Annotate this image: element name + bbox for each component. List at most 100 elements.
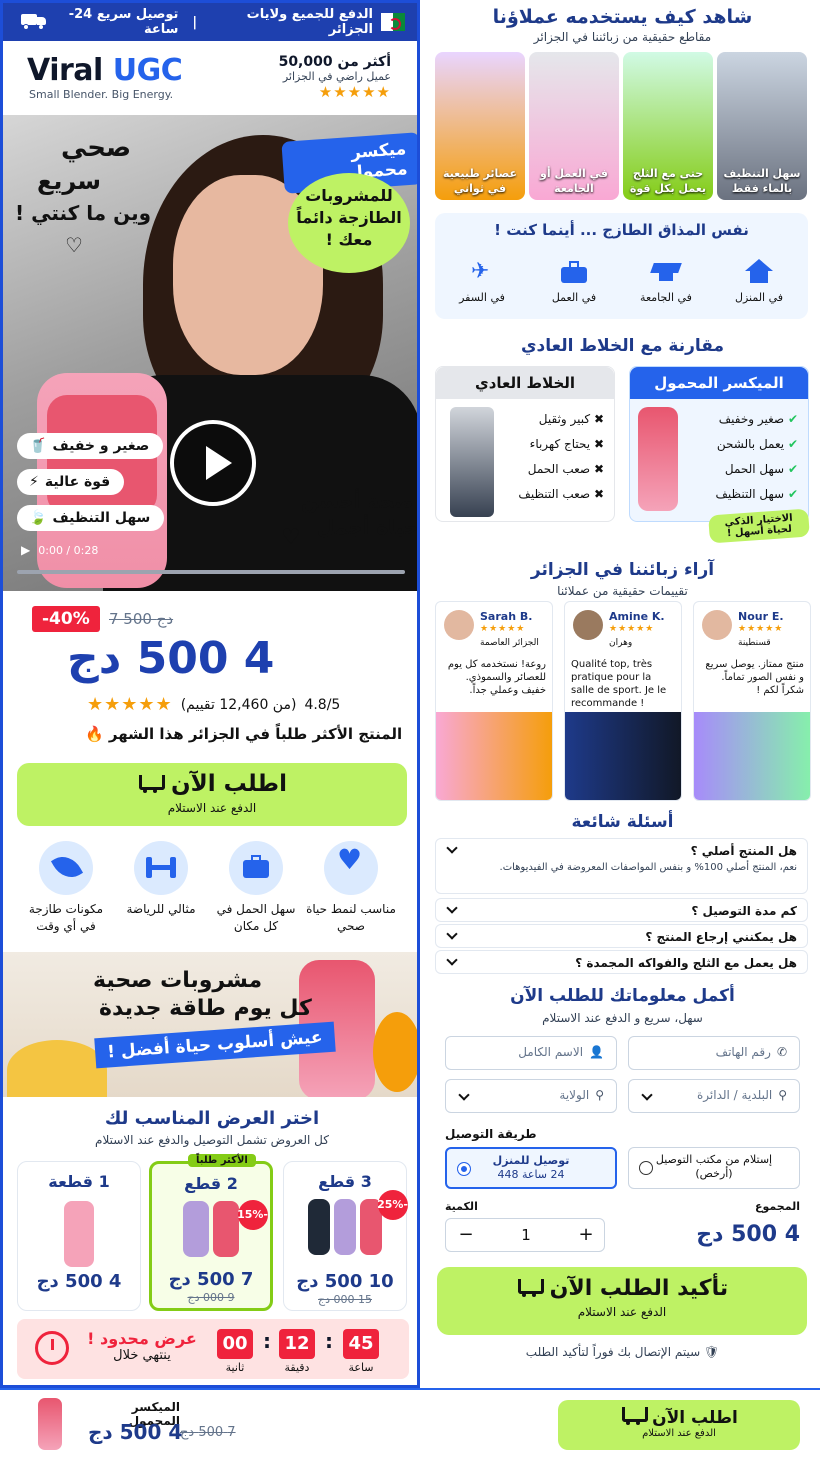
- faq-item-ice[interactable]: هل يعمل مع الثلج والفواكه المجمدة ؟: [435, 950, 808, 974]
- offer-3-pieces[interactable]: 3 قطع -25% 10 500 دج 15 000 دج: [283, 1161, 408, 1311]
- faq-item-return[interactable]: هل يمكنني إرجاع المنتج ؟: [435, 924, 808, 948]
- compare-title: مقارنة مع الخلاط العادي: [520, 336, 725, 356]
- faq-item-original[interactable]: هل المنتج أصلي ؟ نعم، المنتج أصلي 100% و…: [435, 838, 808, 894]
- cart-icon: [137, 773, 166, 793]
- check-icon: ✔: [787, 462, 798, 476]
- confirm-order-button[interactable]: تأكيد الطلب الآن الدفع عند الاستلام: [437, 1267, 807, 1335]
- reviewer-name: Amine K.: [609, 610, 665, 623]
- place-label: في المنزل: [734, 291, 784, 304]
- review-stars: ★★★★★: [480, 624, 526, 634]
- faq-question: هل المنتج أصلي ؟: [690, 844, 797, 858]
- stopwatch-icon: [35, 1331, 69, 1365]
- old-price: 7 500 دج: [109, 610, 174, 628]
- delivery-office-option[interactable]: إستلام من مكتب التوصيل (أرخص): [628, 1147, 800, 1189]
- hero-video[interactable]: صحي سريع وين ما كنتي ! ♡ ميكسر محمول للم…: [3, 115, 417, 591]
- fire-icon: 🔥: [85, 725, 104, 743]
- reviewer-name: Sarah B.: [480, 610, 533, 623]
- video-play-icon[interactable]: ▶: [21, 543, 30, 557]
- compare-blender-image: [638, 407, 678, 511]
- phone-field[interactable]: ✆ رقم الهاتف: [628, 1036, 800, 1070]
- cross-icon: ✖: [593, 437, 604, 451]
- offer-price: 10 500 دج: [296, 1271, 394, 1292]
- heart-outline-icon-2: ♡: [281, 525, 301, 550]
- brand-logo[interactable]: Viral UGC: [27, 53, 183, 88]
- play-button[interactable]: [170, 420, 256, 506]
- cross-icon: ✖: [593, 487, 604, 501]
- banner-line-2: كل يوم طاقة جديدة: [99, 996, 312, 1021]
- order-now-button[interactable]: اطلب الآن الدفع عند الاستلام: [17, 763, 407, 826]
- compare-theirs: الخلاط العادي ✖ كبير وثقيل ✖ يحتاج كهربا…: [435, 366, 615, 522]
- pink-blender-mini: [213, 1201, 239, 1257]
- qty-minus-button[interactable]: −: [446, 1219, 486, 1251]
- place-work: في العمل: [534, 259, 614, 304]
- timer-seconds: 00: [217, 1329, 253, 1359]
- pill-power-label: قوة عالية: [44, 474, 111, 490]
- promo-delivery: توصيل سريع 24-ساعة: [68, 7, 179, 37]
- places-section: نفس المذاق الطازج ... أينما كنت ! في الم…: [435, 213, 808, 319]
- order-now-label: اطلب الآن: [171, 771, 287, 797]
- offer-qty: 1 قطعة: [48, 1172, 110, 1191]
- ugc-title: شاهد كيف يستخدمه عملاؤنا: [492, 6, 753, 28]
- delivery-label: طريقة التوصيل: [445, 1127, 537, 1141]
- review-text: منتج ممتاز. يوصل سريع و نفس الصور تماماً…: [705, 659, 804, 696]
- delivery-home-option[interactable]: توصيل للمنزل 24 ساعة 448: [445, 1147, 617, 1189]
- heart-icon: ♥: [324, 841, 378, 895]
- discount-15: -15%: [237, 1200, 268, 1230]
- feature-healthy: ♥ مناسب لنمط حياة صحي: [306, 841, 396, 935]
- offer-price: 7 500 دج: [168, 1269, 254, 1290]
- review-photo: [694, 712, 810, 800]
- smart-choice-sticker: الاختيار الذكي لحياة أسهل !: [708, 508, 810, 544]
- user-icon: 👤: [589, 1045, 604, 1059]
- compare-ours-text: صغير وخفيف: [718, 412, 785, 426]
- commune-select[interactable]: ⚲ البلدية / الدائرة: [628, 1079, 800, 1113]
- review-card: Nour E. ★★★★★ قسنطينة منتج ممتاز. يوصل س…: [693, 601, 811, 801]
- ugc-clip-caption: حتى مع الثلج يعمل بكل قوة: [629, 167, 707, 195]
- hand-text-better-health: صحة أحسن: [301, 489, 414, 513]
- promo-bar: الدفع للجميع ولايات الجزائر | توصيل سريع…: [3, 3, 417, 41]
- qty-value: 1: [521, 1226, 531, 1244]
- order-now-title: اطلب الآن: [17, 763, 407, 797]
- check-icon: ✔: [787, 412, 798, 426]
- pill-clean: سهل التنظيف 🍃: [17, 505, 165, 531]
- feature-portable-label: سهل الحمل في كل مكان: [216, 902, 296, 933]
- leaf-icon: 🍃: [29, 510, 47, 526]
- qty-plus-button[interactable]: +: [566, 1219, 606, 1251]
- reviews-subtitle: تقييمات حقيقية من عملائنا: [557, 584, 688, 598]
- offer-2-pieces[interactable]: الأكثر طلباً 2 قطع -15% 7 500 دج 9 000 د…: [149, 1154, 273, 1311]
- offer-1-piece[interactable]: 1 قطعة 4 500 دج: [17, 1161, 141, 1311]
- name-field[interactable]: 👤 الاسم الكامل: [445, 1036, 617, 1070]
- current-price: 4 500 دج: [67, 633, 275, 684]
- chevron-down-icon: [446, 954, 458, 966]
- timer-seconds-label: ثانية: [225, 1361, 245, 1374]
- phone-placeholder: رقم الهاتف: [715, 1045, 771, 1059]
- ugc-clip-3[interactable]: في العمل أو الجامعة: [529, 52, 619, 200]
- quantity-stepper[interactable]: − 1 +: [445, 1218, 605, 1252]
- bubble-line-3: معك !: [325, 230, 373, 249]
- compare-theirs-text: يحتاج كهرباء: [529, 437, 591, 451]
- social-proof-count: أكثر من 50,000: [278, 54, 391, 70]
- reviewer-city: الجزائر العاصمة: [480, 638, 539, 648]
- landing-left-column: الدفع للجميع ولايات الجزائر | توصيل سريع…: [0, 0, 420, 1388]
- compare-theirs-text: صعب الحمل: [527, 462, 591, 476]
- offer-qty: 3 قطع: [318, 1172, 372, 1191]
- ugc-clip-2[interactable]: حتى مع الثلج يعمل بكل قوة: [623, 52, 713, 200]
- cart-icon: [516, 1277, 544, 1297]
- hand-text-anywhere: وين ما كنتي !: [15, 201, 152, 225]
- faq-item-delivery[interactable]: كم مدة التوصيل ؟: [435, 898, 808, 922]
- place-label: في العمل: [551, 291, 597, 304]
- review-card: Amine K. ★★★★★ وهران Qualité top, très p…: [564, 601, 682, 801]
- sticky-order-button[interactable]: اطلب الآن الدفع عند الاستلام: [558, 1400, 800, 1450]
- faq-title: أسئلة شائعة: [571, 812, 674, 832]
- timer-subtitle: ينتهي خلال: [113, 1348, 171, 1363]
- ugc-clip-4[interactable]: عصائر طبيعية في ثواني: [435, 52, 525, 200]
- cross-icon: ✖: [593, 462, 604, 476]
- ugc-clip-1[interactable]: سهل التنظيف بالماء فقط: [717, 52, 807, 200]
- name-placeholder: الاسم الكامل: [518, 1045, 584, 1059]
- total-label: المجموع: [755, 1200, 800, 1213]
- check-icon: ✔: [787, 437, 798, 451]
- pill-power: قوة عالية ⚡: [17, 469, 125, 495]
- location-pin-icon: ⚲: [595, 1088, 604, 1102]
- video-progress-bar[interactable]: [17, 570, 405, 574]
- confirm-sub: الدفع عند الاستلام: [577, 1305, 667, 1319]
- wilaya-select[interactable]: ⚲ الولاية: [445, 1079, 617, 1113]
